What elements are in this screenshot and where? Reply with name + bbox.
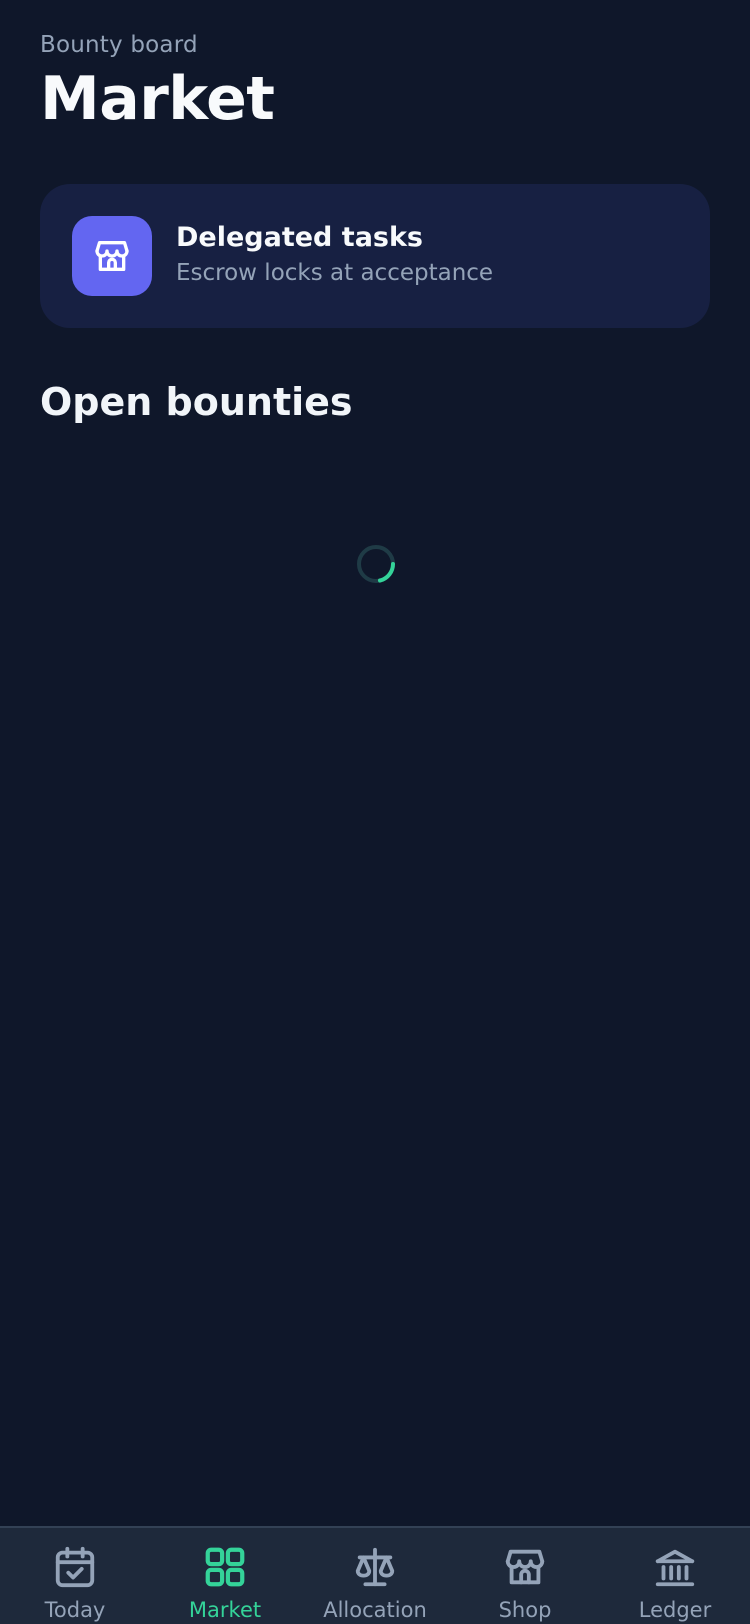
store-icon [505, 1549, 545, 1585]
tab-label: Ledger [638, 1598, 712, 1622]
card-title: Delegated tasks [176, 222, 424, 253]
tab-label: Market [188, 1598, 262, 1622]
bottom-tab-bar: Today Market Allocation Shop Ledger [0, 1526, 750, 1624]
market-screen: Bounty board Market Delegated tasks Escr… [0, 0, 750, 1624]
section-title-open-bounties: Open bounties [40, 380, 353, 424]
grid-icon [205, 1547, 245, 1587]
page-title: Market [40, 64, 275, 134]
tab-allocation[interactable]: Allocation [300, 1528, 450, 1624]
loading-spinner-icon [357, 545, 395, 583]
card-subtitle: Escrow locks at acceptance [176, 260, 494, 286]
calendar-check-icon [55, 1546, 95, 1588]
tab-label: Today [44, 1598, 106, 1622]
delegated-tasks-card[interactable]: Delegated tasks Escrow locks at acceptan… [40, 184, 710, 328]
tab-today[interactable]: Today [0, 1528, 150, 1624]
tab-ledger[interactable]: Ledger [600, 1528, 750, 1624]
tab-market[interactable]: Market [150, 1528, 300, 1624]
tab-label: Allocation [323, 1598, 427, 1622]
store-icon [72, 216, 152, 296]
scale-icon [355, 1547, 395, 1587]
bank-icon [655, 1549, 695, 1587]
tab-label: Shop [498, 1598, 552, 1622]
page-eyebrow: Bounty board [40, 32, 198, 58]
tab-shop[interactable]: Shop [450, 1528, 600, 1624]
